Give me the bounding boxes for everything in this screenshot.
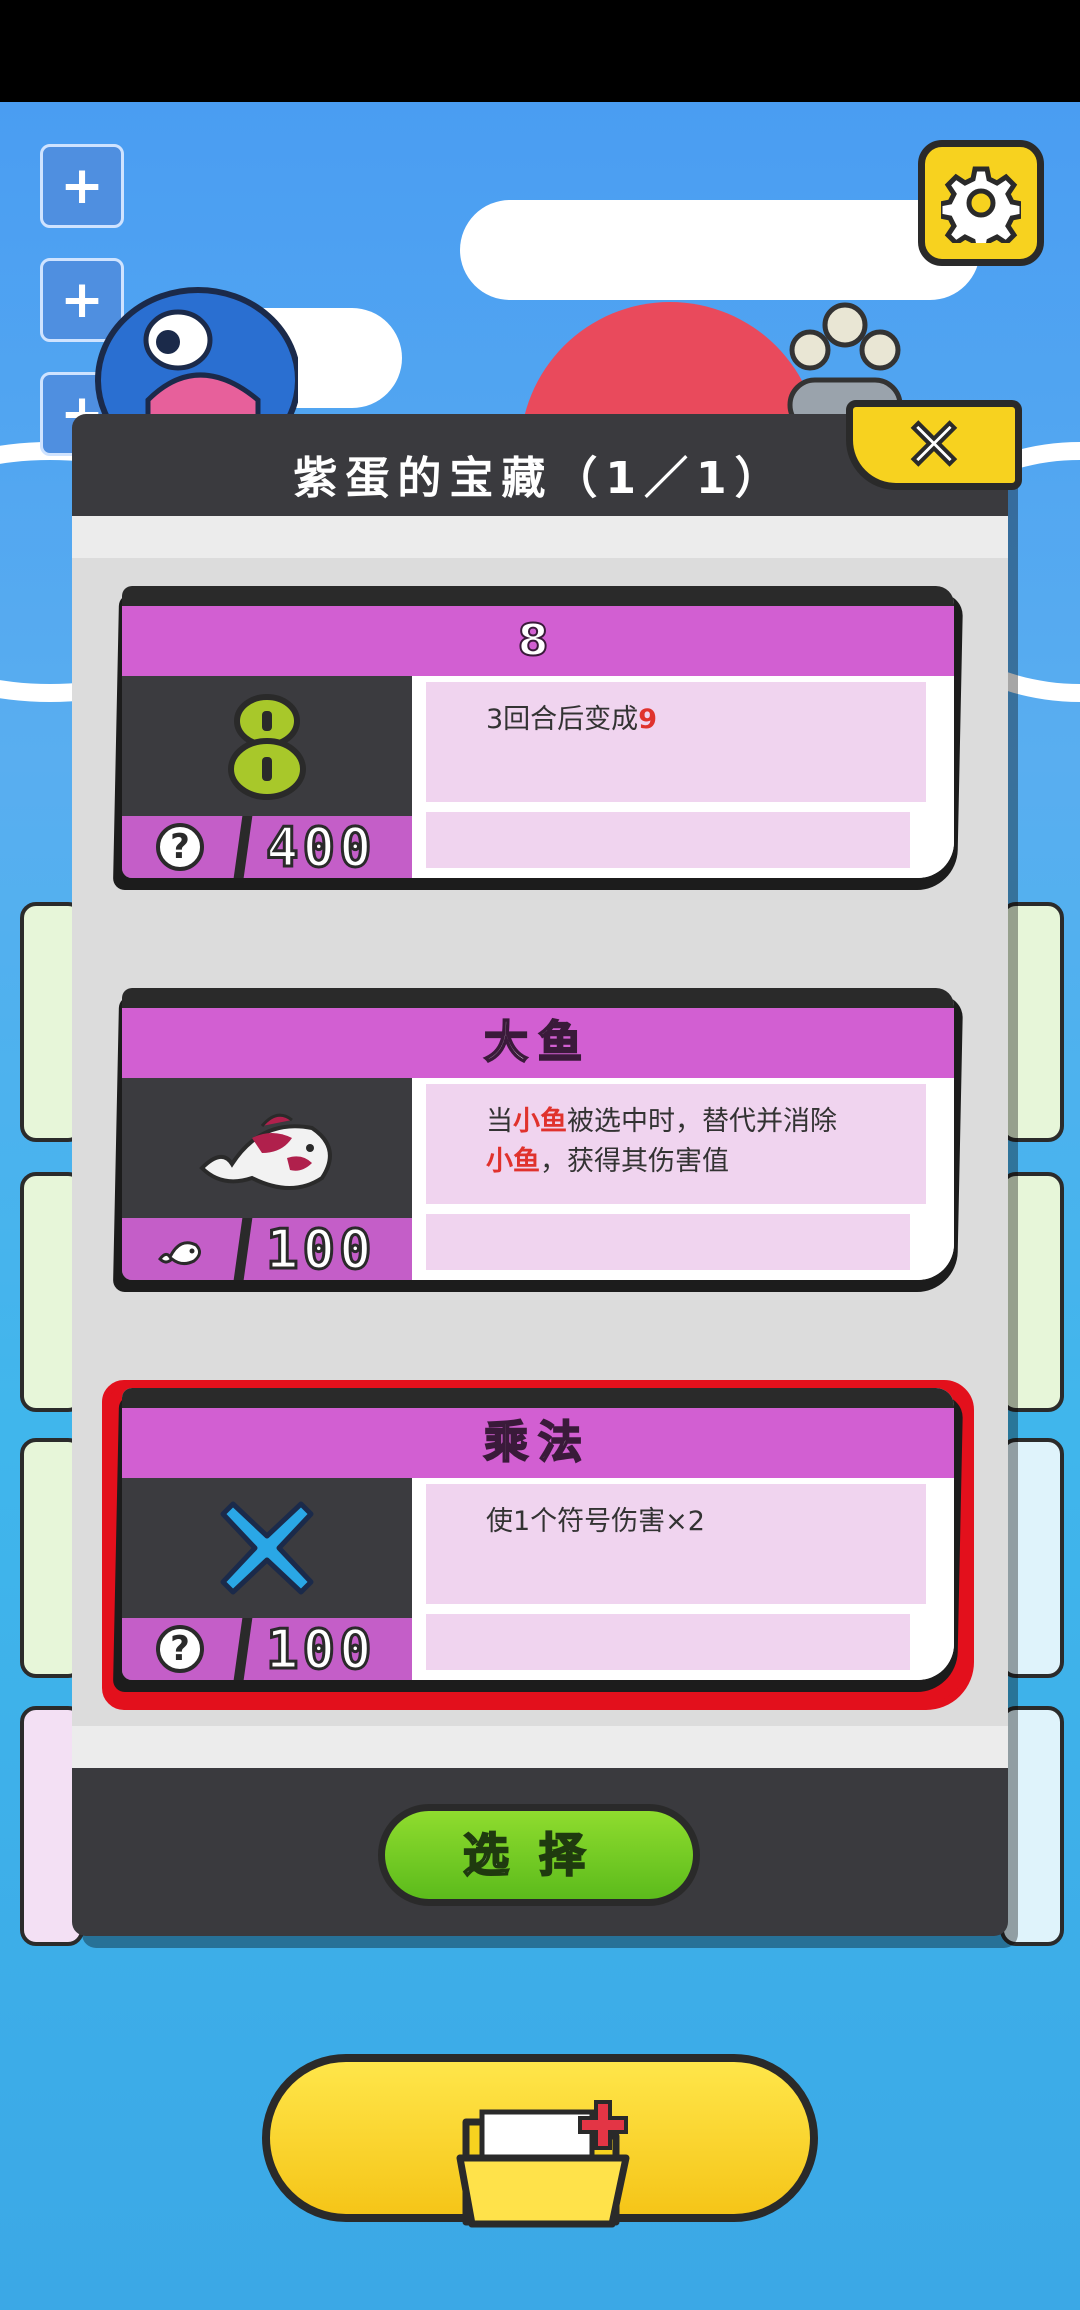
description-line: 小鱼，获得其伤害值: [486, 1146, 729, 1177]
status-bar: [0, 0, 1080, 102]
plus-icon: +: [60, 156, 104, 216]
description-text: 3回合后变成: [486, 704, 639, 735]
gear-icon: [941, 166, 1021, 243]
card-value: 400: [265, 814, 376, 878]
card-value: 100: [265, 1216, 376, 1280]
option-card-big-fish[interactable]: 大鱼 100 当小鱼被选中时，替代并消除 小鱼，获得其伤害值: [112, 988, 964, 1292]
settings-button[interactable]: [918, 140, 1044, 266]
option-card-multiply[interactable]: 乘法 ? 100 使1个符号伤害×2: [112, 1388, 964, 1692]
card-title: 大鱼: [122, 1008, 954, 1078]
question-icon: ?: [156, 1625, 204, 1673]
folder-add-icon: [456, 2100, 630, 2228]
big-fish-icon: [122, 1078, 412, 1218]
fish-icon: [156, 1225, 204, 1273]
card-description: 3回合后变成9: [426, 682, 926, 802]
add-button[interactable]: +: [40, 144, 124, 228]
select-button[interactable]: 选择: [378, 1804, 700, 1906]
card-description: 当小鱼被选中时，替代并消除 小鱼，获得其伤害值: [426, 1084, 926, 1204]
cloud: [460, 200, 980, 300]
close-button[interactable]: ✕: [846, 400, 1022, 490]
description-text: 使1个符号伤害×2: [486, 1506, 705, 1537]
background-card: [1000, 1438, 1064, 1678]
question-icon: ?: [156, 823, 204, 871]
background-card: [1000, 902, 1064, 1142]
option-card-8[interactable]: 8 ? 400 3回合后变成9: [112, 586, 964, 890]
card-title: 乘法: [122, 1408, 954, 1478]
card-value: 100: [265, 1616, 376, 1680]
background-card: [1000, 1706, 1064, 1946]
description-highlight: 9: [638, 704, 657, 735]
description-line: 当小鱼被选中时，替代并消除: [486, 1106, 837, 1137]
multiply-icon: [122, 1478, 412, 1618]
close-icon: ✕: [903, 402, 966, 488]
card-title: 8: [122, 606, 954, 676]
number-8-icon: [122, 676, 412, 816]
card-description: 使1个符号伤害×2: [426, 1484, 926, 1604]
background-card: [1000, 1172, 1064, 1412]
